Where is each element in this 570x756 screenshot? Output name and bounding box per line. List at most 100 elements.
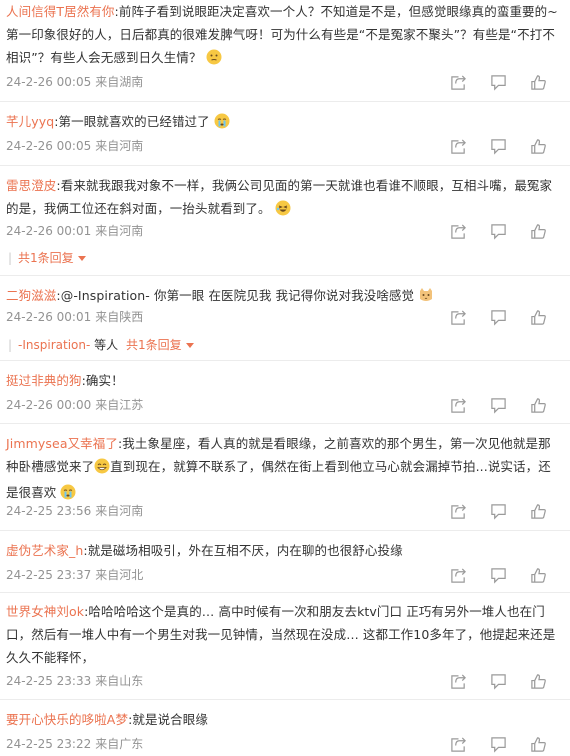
comment-actions [438,672,558,690]
share-button[interactable] [438,502,478,520]
comment-username[interactable]: 二狗滋滋 [6,288,56,303]
comment-icon [490,397,506,414]
like-button[interactable] [518,222,558,240]
comment-username[interactable]: 要开心快乐的哆啦A梦 [6,712,128,727]
comment-source: 来自山东 [95,674,144,688]
comment-text: 第一眼就喜欢的已经错过了 [58,114,210,129]
comment-username[interactable]: 雷思澄皮 [6,178,56,193]
comment-icon [490,736,506,753]
comment-actions [438,502,558,520]
comment-time: 24-2-25 23:33 [6,674,92,688]
caret-down-icon [77,256,86,261]
grin-emoji-icon [94,458,110,481]
share-icon [450,309,466,325]
comment-source: 来自河南 [95,504,144,518]
share-icon [450,138,466,154]
comment-button[interactable] [478,222,518,240]
share-button[interactable] [438,396,478,414]
comment-time: 24-2-26 00:05 [6,139,92,153]
share-button[interactable] [438,308,478,326]
comment-actions [438,735,558,753]
like-icon [530,74,546,90]
comment-divider [0,592,570,593]
comment-actions [438,396,558,414]
comment-time: 24-2-26 00:01 [6,310,92,324]
like-button[interactable] [518,308,558,326]
like-button[interactable] [518,735,558,753]
comment-divider [0,699,570,700]
like-button[interactable] [518,672,558,690]
laugh-emoji-icon [275,200,291,223]
comment-source: 来自广东 [95,737,144,751]
share-icon [450,397,466,413]
like-button[interactable] [518,502,558,520]
expand-replies-button[interactable]: | 共1条回复 [8,249,86,266]
comment-text: 就是磁场相吸引，外在互相不厌，内在聊的也很舒心投缘 [87,543,403,558]
comment-divider [0,101,570,102]
comment-username[interactable]: Jimmysea又幸福了 [6,436,118,451]
share-icon [450,673,466,689]
share-button[interactable] [438,672,478,690]
comment-button[interactable] [478,735,518,753]
comment-divider [0,360,570,361]
comment-time: 24-2-25 23:56 [6,504,92,518]
share-icon [450,736,466,752]
comment-time: 24-2-26 00:00 [6,398,92,412]
comment-text: 确实！ [85,373,124,388]
reply-username[interactable]: -Inspiration- [18,338,90,352]
comment-button[interactable] [478,396,518,414]
comment-text: @-Inspiration- 你第一眼 在医院见我 我记得你说对我没啥感觉 [60,288,415,303]
comment-button[interactable] [478,73,518,91]
comment-button[interactable] [478,672,518,690]
comment-actions [438,308,558,326]
share-button[interactable] [438,735,478,753]
comment-button[interactable] [478,308,518,326]
like-button[interactable] [518,137,558,155]
share-icon [450,567,466,583]
comment-time: 24-2-25 23:37 [6,568,92,582]
comment-icon [490,309,506,326]
like-button[interactable] [518,566,558,584]
like-icon [530,673,546,689]
comment-source: 来自河南 [95,139,144,153]
comment-username[interactable]: 世界女神刘ok [6,604,84,619]
comment-divider [0,165,570,166]
like-icon [530,397,546,413]
comment-icon [490,673,506,690]
comment-icon [490,567,506,584]
share-button[interactable] [438,222,478,240]
expand-replies-button[interactable]: | -Inspiration- 等人 共1条回复 [8,336,194,353]
comment-source: 来自陕西 [95,310,144,324]
comment-username[interactable]: 芊儿yyq [6,114,54,129]
share-button[interactable] [438,566,478,584]
like-button[interactable] [518,396,558,414]
comment-username[interactable]: 虚伪艺术家_h [6,543,83,558]
comment-button[interactable] [478,137,518,155]
like-icon [530,223,546,239]
comment-username[interactable]: 挺过非典的狗 [6,373,82,388]
comment-time: 24-2-26 00:01 [6,224,92,238]
comment-button[interactable] [478,502,518,520]
comment-time: 24-2-26 00:05 [6,75,92,89]
comment-divider [0,423,570,424]
share-icon [450,223,466,239]
comment-text: 就是说合眼缘 [132,712,208,727]
comment-time: 24-2-25 23:22 [6,737,92,751]
comment-divider [0,530,570,531]
share-button[interactable] [438,73,478,91]
comment-icon [490,223,506,240]
comment-actions [438,222,558,240]
comment-username[interactable]: 人间信得T居然有你 [6,4,115,19]
like-icon [530,503,546,519]
share-icon [450,503,466,519]
share-icon [450,74,466,90]
comment-actions [438,137,558,155]
like-icon [530,567,546,583]
like-icon [530,138,546,154]
share-button[interactable] [438,137,478,155]
comment-source: 来自河北 [95,568,144,582]
like-button[interactable] [518,73,558,91]
comment-source: 来自江苏 [95,398,144,412]
comment-button[interactable] [478,566,518,584]
thinking-emoji-icon [206,49,222,72]
